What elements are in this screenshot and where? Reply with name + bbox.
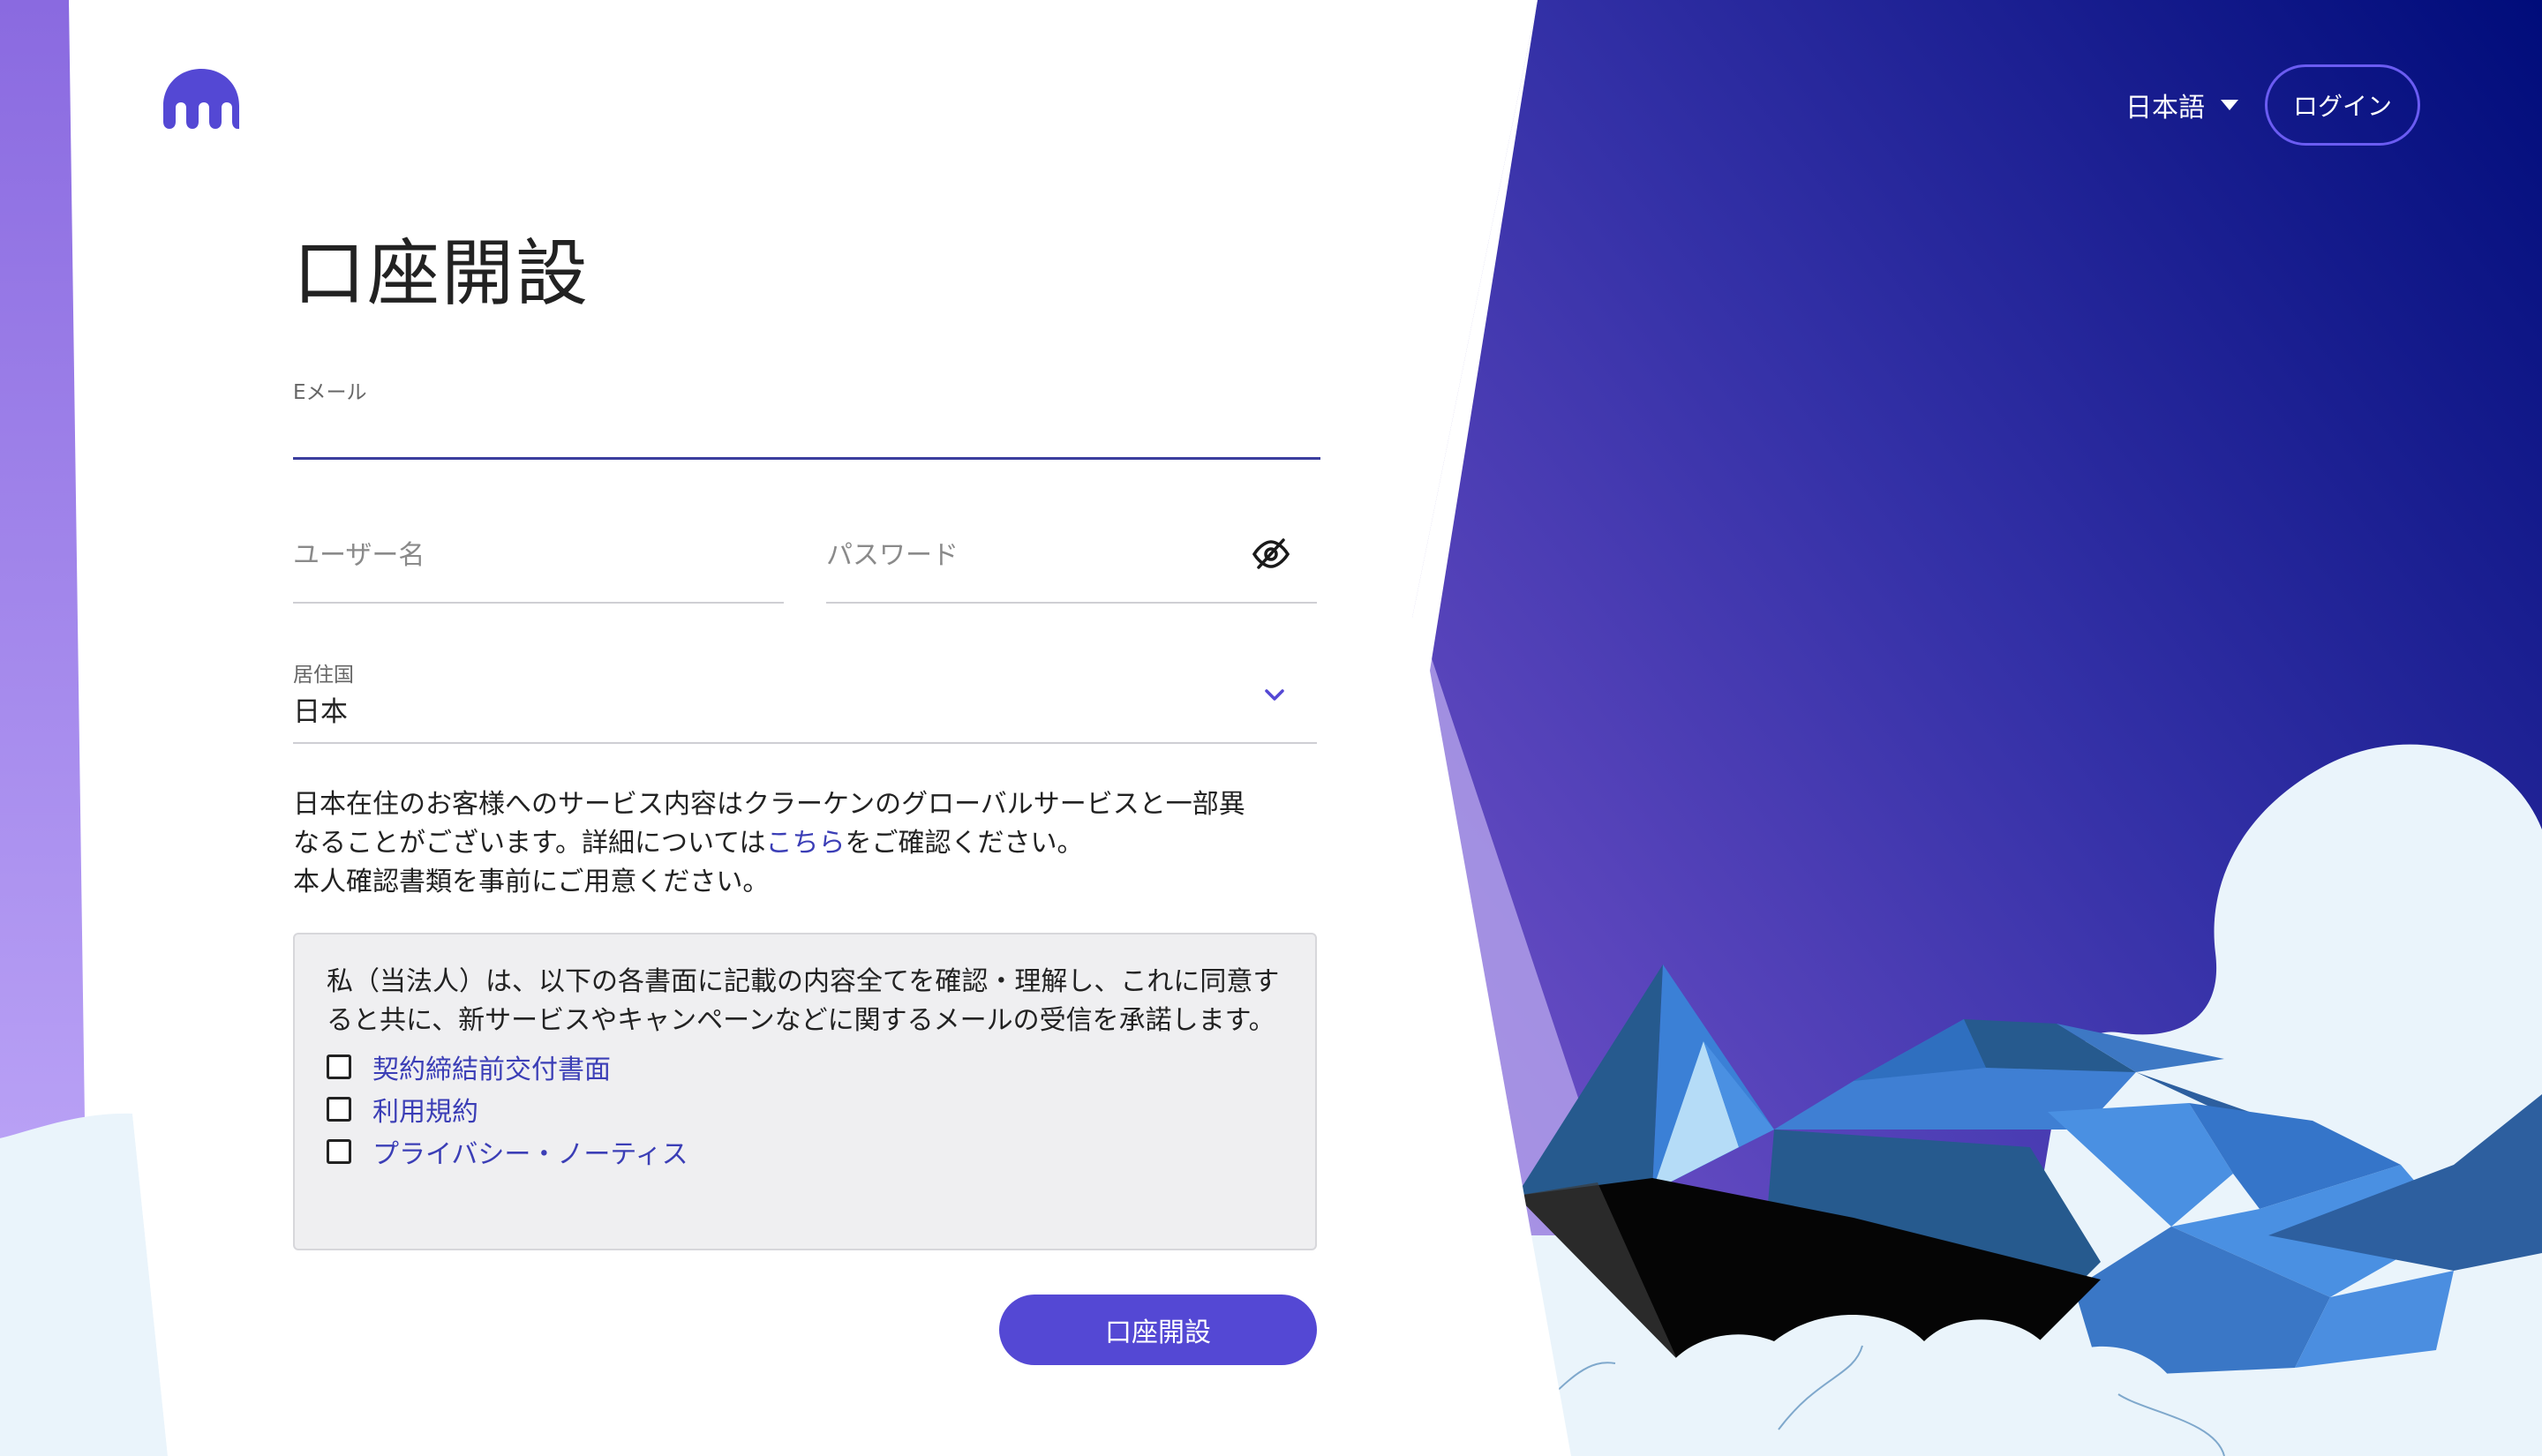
checkbox-row-terms[interactable]: 利用規約 <box>327 1088 1283 1130</box>
open-account-button[interactable]: 口座開設 <box>999 1295 1317 1365</box>
password-placeholder: パスワード <box>826 540 959 571</box>
email-field-wrapper: Eメール <box>293 375 1320 460</box>
page-title: 口座開設 <box>293 232 590 316</box>
notice-text: 日本在住のお客様へのサービス内容はクラーケンのグローバルサービスと一部異 なるこ… <box>293 785 1326 902</box>
notice-line-1: 日本在住のお客様へのサービス内容はクラーケンのグローバルサービスと一部異 <box>293 789 1245 820</box>
notice-line-2: なることがございます。詳細についてはこちらをご確認ください。 <box>293 824 1326 863</box>
language-label: 日本語 <box>2125 93 2205 124</box>
password-field[interactable]: パスワード <box>826 521 1317 604</box>
checkbox-row-pre-contract[interactable]: 契約締結前交付書面 <box>327 1046 1283 1088</box>
notice-line-2-pre: なることがございます。詳細については <box>293 828 766 859</box>
caret-down-icon <box>2221 100 2238 110</box>
notice-link[interactable]: こちら <box>766 828 846 859</box>
checkbox[interactable] <box>327 1054 351 1079</box>
language-selector[interactable]: 日本語 <box>2125 86 2238 124</box>
consent-box: 私（当法人）は、以下の各書面に記載の内容全てを確認・理解し、これに同意すると共に… <box>293 933 1317 1250</box>
notice-line-2-post: をご確認ください。 <box>845 828 1084 859</box>
credentials-row: ユーザー名 パスワード <box>293 521 1317 604</box>
consent-checkboxes: 契約締結前交付書面 利用規約 プライバシー・ノーティス <box>327 1046 1283 1173</box>
eye-slash-icon[interactable] <box>1252 537 1290 572</box>
email-label: Eメール <box>293 381 367 404</box>
checkbox[interactable] <box>327 1139 351 1164</box>
username-field[interactable]: ユーザー名 <box>293 521 784 604</box>
checkbox-row-privacy[interactable]: プライバシー・ノーティス <box>327 1130 1283 1173</box>
email-field[interactable] <box>293 415 1320 460</box>
login-button[interactable]: ログイン <box>2265 64 2420 146</box>
username-placeholder: ユーザー名 <box>293 540 425 571</box>
kraken-logo-icon[interactable] <box>163 69 239 131</box>
top-navigation: 日本語 ログイン <box>2125 62 2420 148</box>
country-select[interactable]: 居住国 日本 <box>293 657 1317 744</box>
consent-text: 私（当法人）は、以下の各書面に記載の内容全てを確認・理解し、これに同意すると共に… <box>327 966 1280 1036</box>
country-label: 居住国 <box>293 664 354 687</box>
country-value: 日本 <box>293 696 348 728</box>
chevron-down-icon <box>1265 689 1284 701</box>
checkbox-label[interactable]: プライバシー・ノーティス <box>372 1132 688 1171</box>
checkbox-label[interactable]: 契約締結前交付書面 <box>372 1047 611 1086</box>
checkbox[interactable] <box>327 1097 351 1122</box>
notice-line-3: 本人確認書類を事前にご用意ください。 <box>293 867 770 897</box>
checkbox-label[interactable]: 利用規約 <box>372 1090 478 1129</box>
